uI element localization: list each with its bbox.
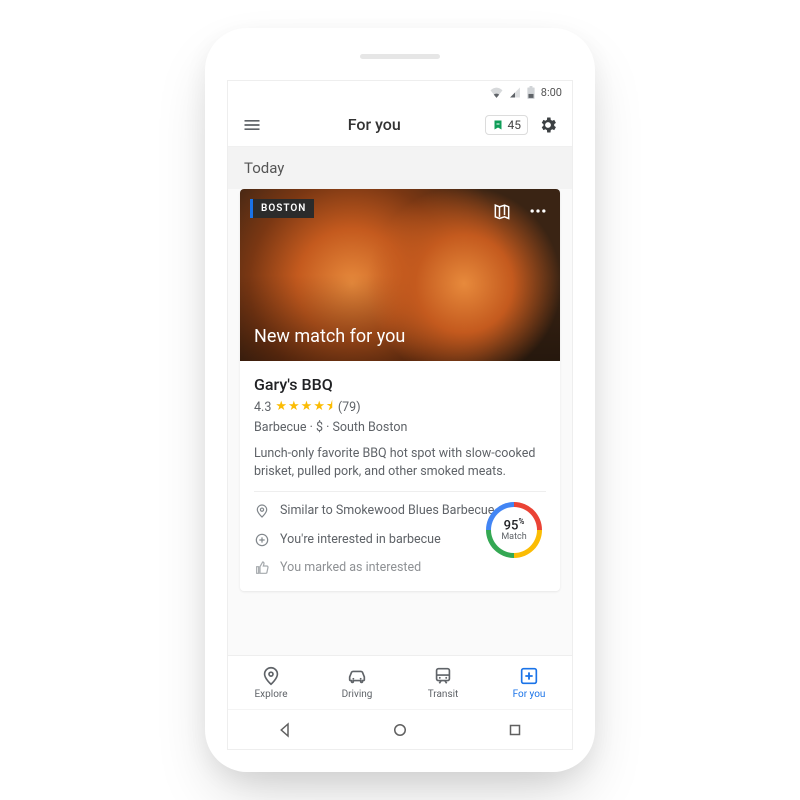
content-area[interactable]: Today BOSTON New match for you <box>228 147 572 655</box>
nav-transit[interactable]: Transit <box>400 656 486 709</box>
for-you-icon <box>518 665 540 687</box>
car-icon <box>346 665 368 687</box>
match-label: Match <box>501 533 526 543</box>
place-name: Gary's BBQ <box>254 373 546 396</box>
nav-explore[interactable]: Explore <box>228 656 314 709</box>
reason-text: You're interested in barbecue <box>280 531 441 549</box>
screen: 8:00 For you 45 Today BOSTON <box>227 80 573 750</box>
match-percent: 95% <box>504 518 525 534</box>
more-horizontal-icon <box>528 201 548 221</box>
section-header: Today <box>228 147 572 189</box>
match-badge[interactable]: 95% Match <box>486 502 542 558</box>
reason-text: You marked as interested <box>280 559 421 577</box>
card-body: Gary's BBQ 4.3 ★★★★⯨ (79) Barbecue · $ ·… <box>240 361 560 591</box>
wifi-icon <box>490 87 503 98</box>
card-hero-image: BOSTON New match for you <box>240 189 560 361</box>
page-title: For you <box>272 115 477 134</box>
nav-driving[interactable]: Driving <box>314 656 400 709</box>
gear-icon <box>538 115 558 135</box>
battery-icon <box>527 86 535 99</box>
back-button[interactable] <box>276 721 294 739</box>
phone-frame: 8:00 For you 45 Today BOSTON <box>205 28 595 772</box>
divider <box>254 491 546 492</box>
status-time: 8:00 <box>541 86 562 99</box>
reason-marked: You marked as interested <box>254 559 546 577</box>
pin-outline-icon <box>260 665 282 687</box>
star-icons: ★★★★⯨ <box>275 398 334 417</box>
phone-speaker <box>360 54 440 59</box>
rating-row: 4.3 ★★★★⯨ (79) <box>254 398 546 417</box>
pin-icon <box>254 503 270 519</box>
plus-circle-icon <box>254 532 270 548</box>
thumbs-up-icon <box>254 560 270 576</box>
app-bar: For you 45 <box>228 103 572 147</box>
nav-label: Driving <box>342 689 373 700</box>
overflow-button[interactable] <box>526 199 550 223</box>
hamburger-icon <box>242 115 262 135</box>
place-description: Lunch-only favorite BBQ hot spot with sl… <box>254 445 546 481</box>
points-value: 45 <box>508 118 522 132</box>
system-nav <box>228 709 572 749</box>
recents-button[interactable] <box>506 721 524 739</box>
hero-title: New match for you <box>254 326 405 347</box>
points-badge[interactable]: 45 <box>485 115 529 135</box>
home-button[interactable] <box>391 721 409 739</box>
nav-label: For you <box>513 689 546 700</box>
reason-text: Similar to Smokewood Blues Barbecue <box>280 502 494 520</box>
location-tag: BOSTON <box>250 199 314 218</box>
menu-button[interactable] <box>240 113 264 137</box>
place-meta: Barbecue · $ · South Boston <box>254 419 546 437</box>
nav-for-you[interactable]: For you <box>486 656 572 709</box>
place-card[interactable]: BOSTON New match for you Gary's BBQ <box>240 189 560 591</box>
transit-icon <box>432 665 454 687</box>
settings-button[interactable] <box>536 113 560 137</box>
bottom-nav: Explore Driving Transit For you <box>228 655 572 709</box>
bookmark-flag-icon <box>492 118 504 132</box>
status-bar: 8:00 <box>228 81 572 103</box>
nav-label: Explore <box>255 689 288 700</box>
map-button[interactable] <box>490 199 514 223</box>
review-count: (79) <box>338 399 361 417</box>
reasons-section: Similar to Smokewood Blues Barbecue You'… <box>254 502 546 576</box>
nav-label: Transit <box>428 689 459 700</box>
map-icon <box>492 201 512 221</box>
rating-value: 4.3 <box>254 399 271 417</box>
match-inner: 95% Match <box>491 507 537 553</box>
cell-signal-icon <box>509 87 521 98</box>
